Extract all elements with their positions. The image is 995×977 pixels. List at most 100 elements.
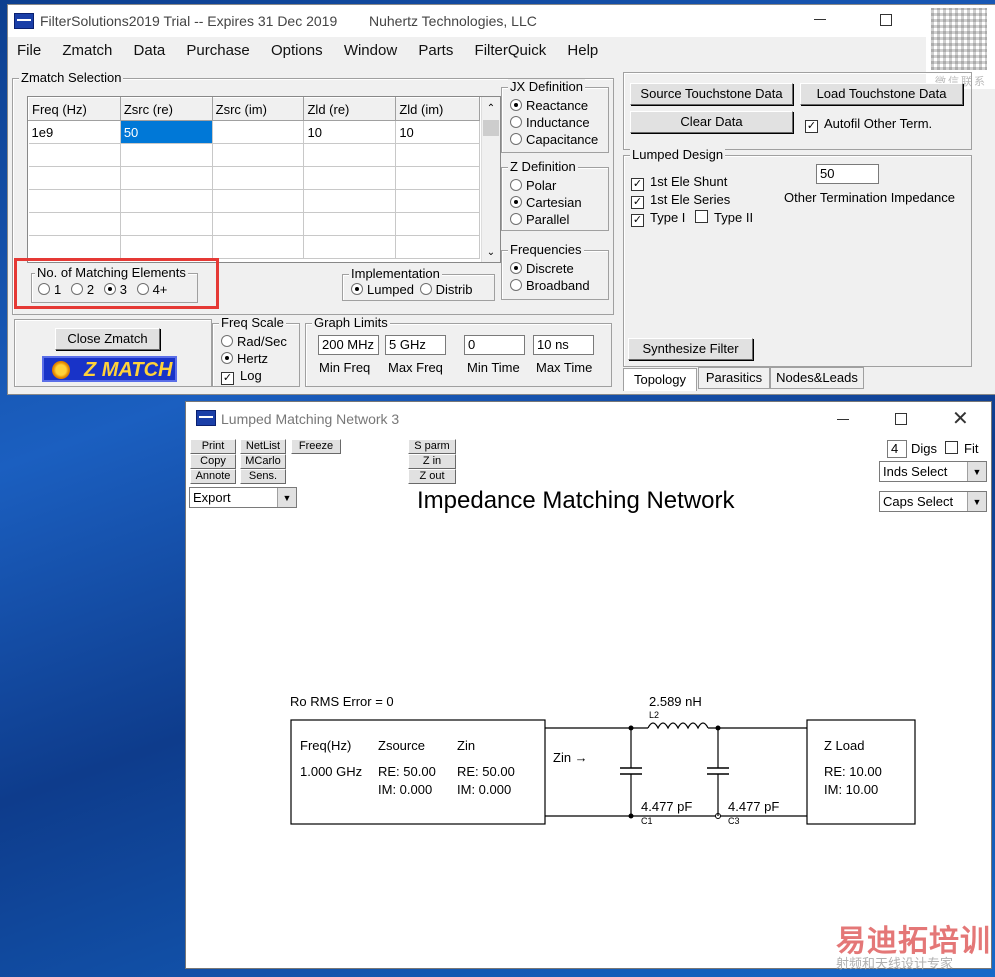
grid-cell[interactable] — [120, 166, 213, 190]
radio-lumped[interactable]: Lumped — [351, 282, 414, 297]
scroll-thumb[interactable] — [483, 120, 499, 136]
s-parm-button[interactable]: S parm — [408, 439, 456, 454]
grid-cell[interactable] — [395, 166, 480, 190]
radio-discrete[interactable]: Discrete — [510, 260, 590, 277]
grid-cell[interactable] — [212, 235, 305, 259]
grid-cell[interactable]: 1e9 — [28, 120, 121, 144]
caps-select-dropdown[interactable]: Caps Select ▼ — [879, 491, 987, 512]
freeze-button[interactable]: Freeze — [291, 439, 341, 454]
radio-rad-sec[interactable]: Rad/Sec — [221, 333, 287, 350]
grid-scrollbar[interactable]: ⌃ ⌄ — [481, 97, 500, 262]
scroll-down-icon[interactable]: ⌄ — [482, 247, 500, 258]
type-i-checkbox[interactable]: ✓ Type I — [631, 210, 685, 227]
grid-cell[interactable] — [395, 212, 480, 236]
scroll-up-icon[interactable]: ⌃ — [482, 103, 500, 114]
radio-elements-3[interactable]: 3 — [103, 282, 127, 297]
menu-window[interactable]: Window — [344, 42, 397, 59]
grid-cell[interactable]: 10 — [395, 120, 480, 144]
synthesize-filter-button[interactable]: Synthesize Filter — [628, 338, 753, 360]
grid-cell[interactable]: 50 — [120, 120, 213, 144]
annote-button[interactable]: Annote — [190, 469, 236, 484]
radio-reactance[interactable]: Reactance — [510, 97, 598, 114]
grid-cell[interactable] — [120, 235, 213, 259]
radio-distrib[interactable]: Distrib — [419, 282, 472, 297]
radio-broadband[interactable]: Broadband — [510, 277, 590, 294]
digits-input[interactable]: 4 — [887, 440, 907, 458]
menu-help[interactable]: Help — [567, 42, 598, 59]
grid-cell[interactable] — [120, 143, 213, 167]
col-freq[interactable]: Freq (Hz) — [28, 97, 121, 121]
grid-cell[interactable] — [28, 166, 121, 190]
inds-select-dropdown[interactable]: Inds Select ▼ — [879, 461, 987, 482]
grid-cell[interactable] — [28, 189, 121, 213]
netlist-button[interactable]: NetList — [240, 439, 286, 454]
maximize-button[interactable] — [895, 413, 907, 425]
col-zld-im[interactable]: Zld (im) — [395, 97, 480, 121]
grid-cell[interactable] — [303, 235, 397, 259]
max-time-input[interactable]: 10 ns — [533, 335, 594, 355]
radio-parallel[interactable]: Parallel — [510, 211, 582, 228]
min-time-input[interactable]: 0 — [464, 335, 525, 355]
grid-cell[interactable] — [395, 235, 480, 259]
grid-cell[interactable] — [212, 120, 305, 144]
mcarlo-button[interactable]: MCarlo — [240, 454, 286, 469]
export-dropdown[interactable]: Export ▼ — [189, 487, 297, 508]
type-ii-checkbox[interactable]: Type II — [695, 210, 753, 225]
grid-cell[interactable]: 10 — [303, 120, 397, 144]
grid-cell[interactable] — [212, 189, 305, 213]
sens-button[interactable]: Sens. — [240, 469, 286, 484]
clear-data-button[interactable]: Clear Data — [630, 111, 793, 133]
print-button[interactable]: Print — [190, 439, 236, 454]
z-out-button[interactable]: Z out — [408, 469, 456, 484]
grid-cell[interactable] — [28, 143, 121, 167]
maximize-button[interactable] — [880, 14, 892, 26]
tab-nodes-leads[interactable]: Nodes&Leads — [770, 367, 864, 389]
grid-cell[interactable] — [212, 212, 305, 236]
copy-button[interactable]: Copy — [190, 454, 236, 469]
z-in-button[interactable]: Z in — [408, 454, 456, 469]
close-zmatch-button[interactable]: Close Zmatch — [55, 328, 160, 350]
grid-cell[interactable] — [303, 212, 397, 236]
col-zsrc-re[interactable]: Zsrc (re) — [119, 97, 213, 121]
min-freq-input[interactable]: 200 MHz — [318, 335, 379, 355]
grid-cell[interactable] — [303, 166, 397, 190]
menu-zmatch[interactable]: Zmatch — [62, 42, 112, 59]
radio-hertz[interactable]: Hertz — [221, 350, 287, 367]
menu-options[interactable]: Options — [271, 42, 323, 59]
radio-elements-2[interactable]: 2 — [70, 282, 94, 297]
grid-cell[interactable] — [303, 143, 397, 167]
minimize-button[interactable] — [814, 19, 826, 20]
radio-inductance[interactable]: Inductance — [510, 114, 598, 131]
source-touchstone-button[interactable]: Source Touchstone Data — [630, 83, 793, 105]
first-ele-series-checkbox[interactable]: ✓ 1st Ele Series — [631, 191, 753, 209]
menu-data[interactable]: Data — [134, 42, 166, 59]
grid-cell[interactable] — [212, 166, 305, 190]
grid-cell[interactable] — [120, 212, 213, 236]
radio-elements-4plus[interactable]: 4+ — [136, 282, 167, 297]
max-freq-input[interactable]: 5 GHz — [385, 335, 446, 355]
minimize-button[interactable] — [837, 419, 849, 420]
close-icon[interactable]: ✕ — [952, 406, 969, 431]
radio-cartesian[interactable]: Cartesian — [510, 194, 582, 211]
grid-cell[interactable] — [28, 212, 121, 236]
menu-parts[interactable]: Parts — [418, 42, 453, 59]
log-checkbox[interactable]: ✓ Log — [221, 367, 287, 385]
grid-cell[interactable] — [395, 189, 480, 213]
first-ele-shunt-checkbox[interactable]: ✓ 1st Ele Shunt — [631, 173, 753, 191]
radio-elements-1[interactable]: 1 — [38, 282, 61, 297]
col-zsrc-im[interactable]: Zsrc (im) — [211, 97, 305, 121]
tab-topology[interactable]: Topology — [623, 368, 697, 391]
radio-capacitance[interactable]: Capacitance — [510, 131, 598, 148]
menu-file[interactable]: File — [17, 42, 41, 59]
fit-checkbox[interactable]: Fit — [945, 441, 978, 456]
grid-cell[interactable] — [120, 189, 213, 213]
menu-purchase[interactable]: Purchase — [186, 42, 249, 59]
radio-polar[interactable]: Polar — [510, 177, 582, 194]
grid-cell[interactable] — [395, 143, 480, 167]
autofil-checkbox[interactable]: ✓ Autofil Other Term. — [805, 116, 932, 133]
tab-parasitics[interactable]: Parasitics — [698, 367, 770, 389]
grid-cell[interactable] — [303, 189, 397, 213]
grid-cell[interactable] — [212, 143, 305, 167]
other-termination-input[interactable]: 50 — [816, 164, 879, 184]
col-zld-re[interactable]: Zld (re) — [303, 97, 397, 121]
